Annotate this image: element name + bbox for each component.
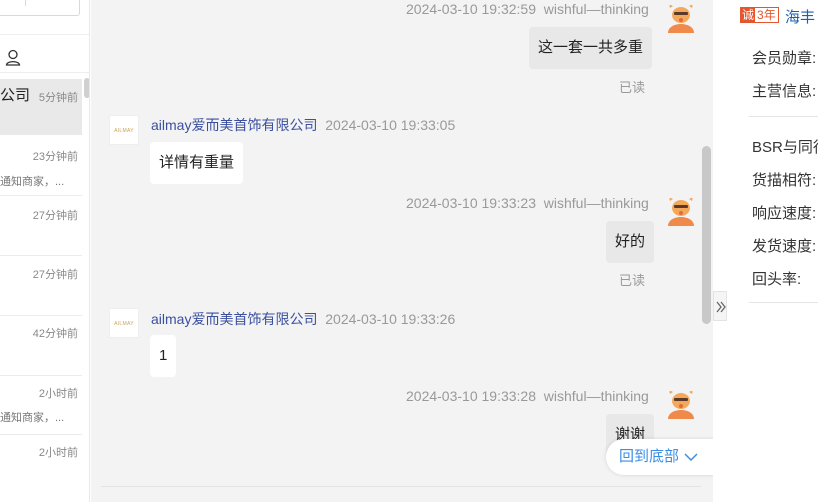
message-time: 2024-03-10 19:33:26	[325, 311, 456, 327]
shop-avatar[interactable]: AILMAY	[109, 115, 139, 145]
back-to-bottom-button[interactable]: 回到底部	[606, 439, 713, 475]
message-sender: wishful—thinking	[543, 1, 649, 17]
response-speed-label: 响应速度:	[752, 205, 817, 222]
conversation-item[interactable]: 42分钟前	[0, 316, 82, 376]
divider	[0, 34, 89, 35]
message-sender: wishful—thinking	[543, 388, 649, 404]
list-scrollbar[interactable]	[84, 78, 89, 98]
read-status: 已读	[619, 273, 646, 288]
trust-badge-years: 3年	[757, 8, 776, 22]
message-bubble[interactable]: 详情有重量	[150, 142, 244, 184]
chat-area: 2024-03-10 19:32:59 wishful—thinking 这一套…	[91, 0, 713, 502]
conversation-item[interactable]: 27分钟前	[0, 256, 82, 316]
read-status: 已读	[619, 80, 646, 95]
chevron-down-icon	[684, 453, 698, 462]
user-avatar-icon[interactable]	[665, 1, 697, 33]
message-bubble[interactable]: 这一套一共多重	[529, 27, 653, 69]
shipping-speed-label: 发货速度:	[752, 238, 817, 255]
repeat-rate-label: 回头率:	[752, 271, 802, 288]
message-sender[interactable]: ailmay爱而美首饰有限公司	[151, 311, 317, 327]
user-avatar-icon[interactable]	[665, 194, 697, 226]
message-meta: ailmay爱而美首饰有限公司 2024-03-10 19:33:05	[151, 115, 455, 135]
description-match-label: 货描相符:	[752, 172, 817, 189]
conversation-time: 23分钟前	[32, 151, 78, 163]
conversation-time: 2小时前	[38, 388, 78, 400]
chevron-double-right-icon	[716, 301, 726, 313]
conversation-item[interactable]: 23分钟前 通知商家，...	[0, 137, 82, 196]
divider	[0, 72, 89, 73]
conversation-preview: 通知商家，...	[0, 412, 65, 424]
message-bubble[interactable]: 1	[150, 335, 177, 377]
message-time: 2024-03-10 19:33:23	[406, 195, 536, 211]
conversation-list: 公司 5分钟前 23分钟前 通知商家，... 27分钟前 27分钟前 42分钟前…	[0, 0, 90, 502]
divider	[749, 302, 818, 303]
conversation-name: 公司	[0, 87, 31, 104]
message-bubble[interactable]: 好的	[606, 221, 655, 263]
conversation-time: 2小时前	[38, 447, 78, 459]
trust-badge-mark: 诚	[741, 8, 756, 22]
contacts-icon[interactable]	[5, 49, 21, 71]
conversation-item[interactable]: 2小时前 通知商家，...	[0, 376, 82, 435]
message-meta: ailmay爱而美首饰有限公司 2024-03-10 19:33:26	[151, 309, 455, 329]
divider	[101, 486, 701, 487]
message-time: 2024-03-10 19:32:59	[406, 1, 536, 17]
conversation-item[interactable]: 2小时前	[0, 435, 82, 495]
divider	[749, 116, 818, 117]
conversation-time: 42分钟前	[32, 328, 78, 340]
chat-scrollbar[interactable]	[702, 146, 711, 324]
panel-collapse-toggle[interactable]	[713, 291, 727, 321]
conversation-time: 27分钟前	[32, 269, 78, 281]
main-business-label: 主营信息:	[752, 83, 817, 100]
back-to-bottom-label: 回到底部	[619, 448, 680, 465]
member-badge-label: 会员勋章:	[752, 50, 817, 67]
shop-info-panel: 诚 3年 海丰 会员勋章: 主营信息: BSR与同行 货描相符: 响应速度: 发…	[727, 0, 818, 502]
shop-name-link[interactable]: 海丰	[785, 6, 815, 27]
conversation-item[interactable]: 公司 5分钟前	[0, 79, 82, 135]
message-time: 2024-03-10 19:33:28	[406, 388, 536, 404]
message-time: 2024-03-10 19:33:05	[325, 117, 456, 133]
message-meta: 2024-03-10 19:33:23 wishful—thinking	[406, 195, 649, 211]
conversation-item[interactable]: 27分钟前	[0, 196, 82, 256]
conversation-time: 5分钟前	[38, 92, 78, 104]
message-meta: 2024-03-10 19:32:59 wishful—thinking	[406, 1, 649, 17]
message-meta: 2024-03-10 19:33:28 wishful—thinking	[406, 388, 649, 404]
bsr-label: BSR与同行	[752, 139, 818, 156]
message-sender[interactable]: ailmay爱而美首饰有限公司	[151, 117, 317, 133]
user-avatar-icon[interactable]	[665, 387, 697, 419]
conversation-preview: 通知商家，...	[0, 176, 65, 188]
search-button[interactable]	[25, 0, 60, 6]
shop-avatar[interactable]: AILMAY	[109, 308, 139, 338]
trust-badge: 诚 3年	[740, 7, 779, 23]
message-sender: wishful—thinking	[543, 195, 649, 211]
conversation-time: 27分钟前	[32, 210, 78, 222]
search-input[interactable]	[0, 0, 80, 16]
